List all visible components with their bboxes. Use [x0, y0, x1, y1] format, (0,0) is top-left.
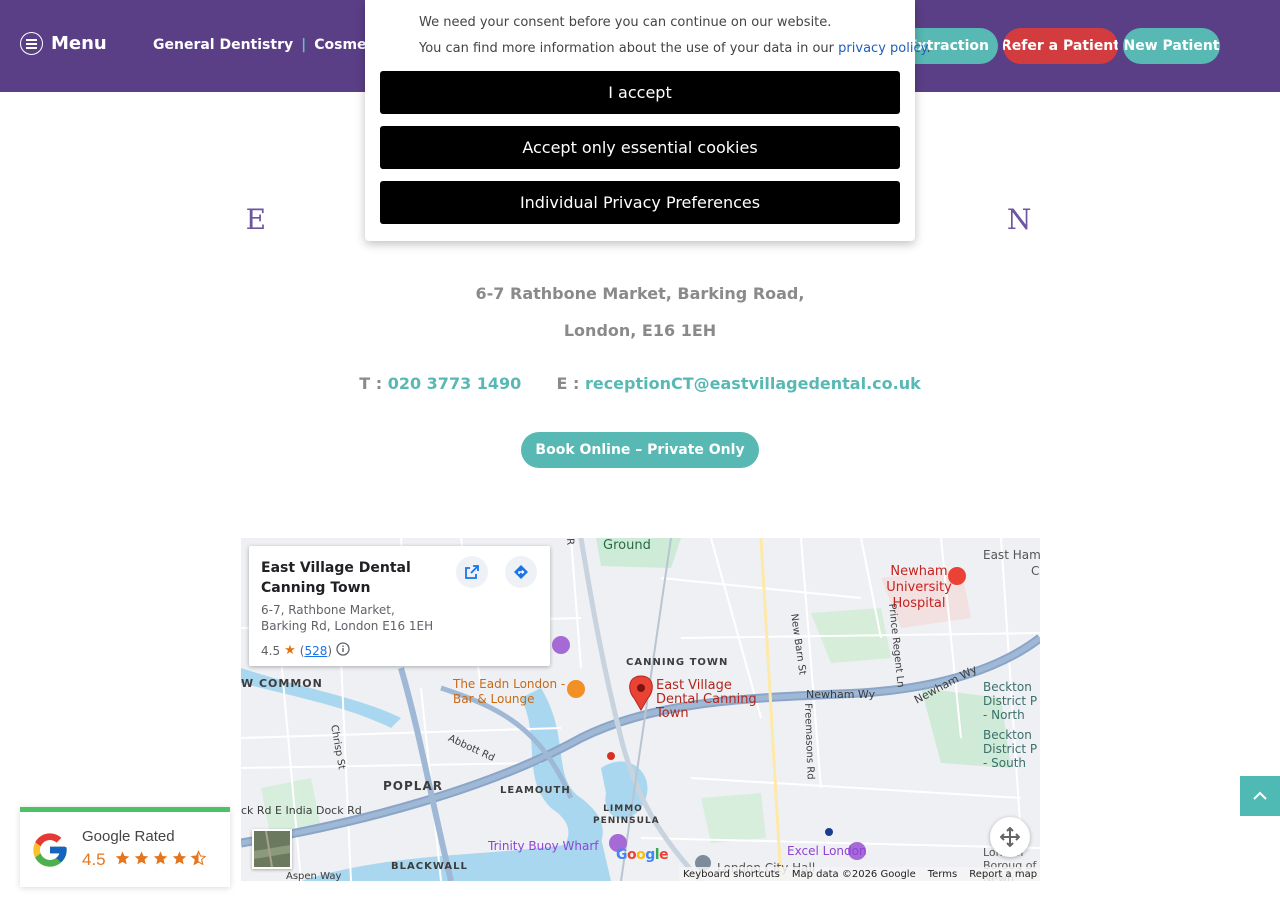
half-star-icon: [190, 850, 207, 866]
google-rated-badge[interactable]: Google Rated 4.5: [20, 807, 230, 887]
menu-label: Menu: [51, 33, 107, 54]
nav-general-dentistry[interactable]: General Dentistry: [153, 37, 293, 53]
place-name[interactable]: East Village Dental Canning Town: [261, 558, 441, 598]
map-label-leamouth: LEAMOUTH: [500, 785, 571, 796]
map-label-aspen: Aspen Way: [286, 871, 342, 881]
phone-link[interactable]: 020 3773 1490: [388, 374, 522, 393]
chevron-up-icon: [1253, 791, 1267, 800]
map-label-beckton-south: Beckton District P - South: [983, 728, 1038, 770]
accept-essential-button[interactable]: Accept only essential cookies: [380, 126, 900, 169]
nav-separator: |: [301, 37, 307, 53]
contact-line: T : 020 3773 1490 E : receptionCT@eastvi…: [0, 374, 1280, 393]
place-info-card: East Village Dental Canning Town 6-7, Ra…: [249, 546, 550, 666]
book-online-button[interactable]: Book Online – Private Only: [521, 432, 759, 468]
map-label-ground: Ground: [603, 538, 651, 553]
terms-link[interactable]: Terms: [928, 869, 957, 880]
refer-patient-button[interactable]: Refer a Patient: [1003, 28, 1118, 64]
map-label-blackwall: BLACKWALL: [391, 861, 468, 872]
address-line-1: 6-7 Rathbone Market, Barking Road,: [475, 284, 805, 303]
phone-prefix: T :: [359, 374, 383, 393]
privacy-policy-link[interactable]: privacy policy: [838, 41, 926, 56]
star-icon: [115, 851, 130, 865]
satellite-toggle[interactable]: [252, 829, 292, 869]
map-label-r: R: [564, 538, 576, 546]
address-line-2: London, E16 1EH: [563, 321, 717, 340]
badge-score: 4.5: [82, 850, 106, 869]
badge-title: Google Rated: [82, 828, 175, 845]
map-label-poplar: POPLAR: [383, 779, 443, 793]
star-icon: [134, 851, 149, 865]
consent-message-1: We need your consent before you can cont…: [419, 15, 832, 30]
keyboard-shortcuts-link[interactable]: Keyboard shortcuts: [683, 869, 780, 880]
map-label-canning-town: CANNING TOWN: [626, 657, 729, 668]
map-label-newham-wy: Newham Wy: [806, 688, 876, 701]
directions-icon[interactable]: [505, 556, 537, 588]
hamburger-icon: [20, 32, 43, 55]
privacy-preferences-button[interactable]: Individual Privacy Preferences: [380, 181, 900, 224]
map-data-text: Map data ©2026 Google: [791, 868, 916, 880]
location-pin: [629, 675, 653, 711]
map-label-east-ham-c: C: [1031, 564, 1040, 578]
email-prefix: E :: [556, 374, 580, 393]
map-label-w-common: W COMMON: [241, 677, 323, 690]
new-patient-button[interactable]: New Patient: [1123, 28, 1220, 64]
place-address: 6-7, Rathbone Market, Barking Rd, London…: [261, 603, 434, 633]
map-label-limmo: LIMMO PENINSULA: [593, 804, 660, 826]
google-g-icon: [30, 830, 70, 874]
badge-stars: [114, 850, 207, 866]
star-icon: ★: [284, 643, 296, 658]
accept-all-button[interactable]: I accept: [380, 71, 900, 114]
open-in-maps-icon[interactable]: [456, 556, 488, 588]
google-logo: Google: [616, 847, 669, 863]
star-icon: [153, 851, 168, 865]
place-rating-score: 4.5: [261, 643, 281, 658]
scroll-to-top-button[interactable]: [1240, 776, 1280, 816]
report-error-link[interactable]: Report a map error: [969, 869, 1040, 880]
map-label-beckton-north: Beckton District P - North: [983, 680, 1038, 722]
map-label-india-dock: ck Rd E India Dock Rd: [241, 804, 362, 817]
map-label-pin: East Village Dental Canning Town: [656, 678, 757, 721]
map-label-excel: Excel London: [787, 844, 867, 858]
map-label-east-ham: East Ham: [983, 548, 1040, 562]
map-attribution: Keyboard shortcuts Map data ©2026 Google…: [679, 867, 1040, 881]
place-review-count[interactable]: 528: [304, 644, 327, 658]
cookie-consent-dialog: We need your consent before you can cont…: [365, 0, 931, 241]
map-label-eadn: The Eadn London - Bar & Lounge: [453, 677, 566, 706]
google-map[interactable]: Ground East Ham C Newham University Hosp…: [241, 538, 1040, 881]
info-icon[interactable]: [336, 642, 350, 659]
map-label-trinity: Trinity Buoy Wharf: [488, 839, 599, 853]
fullscreen-icon[interactable]: [990, 817, 1030, 857]
consent-message-2: You can find more information about the …: [419, 41, 931, 56]
email-link[interactable]: receptionCT@eastvillagedental.co.uk: [585, 374, 921, 393]
menu-button[interactable]: Menu: [20, 32, 107, 55]
star-icon: [172, 851, 187, 865]
place-rating: 4.5 ★ (528): [261, 642, 538, 659]
